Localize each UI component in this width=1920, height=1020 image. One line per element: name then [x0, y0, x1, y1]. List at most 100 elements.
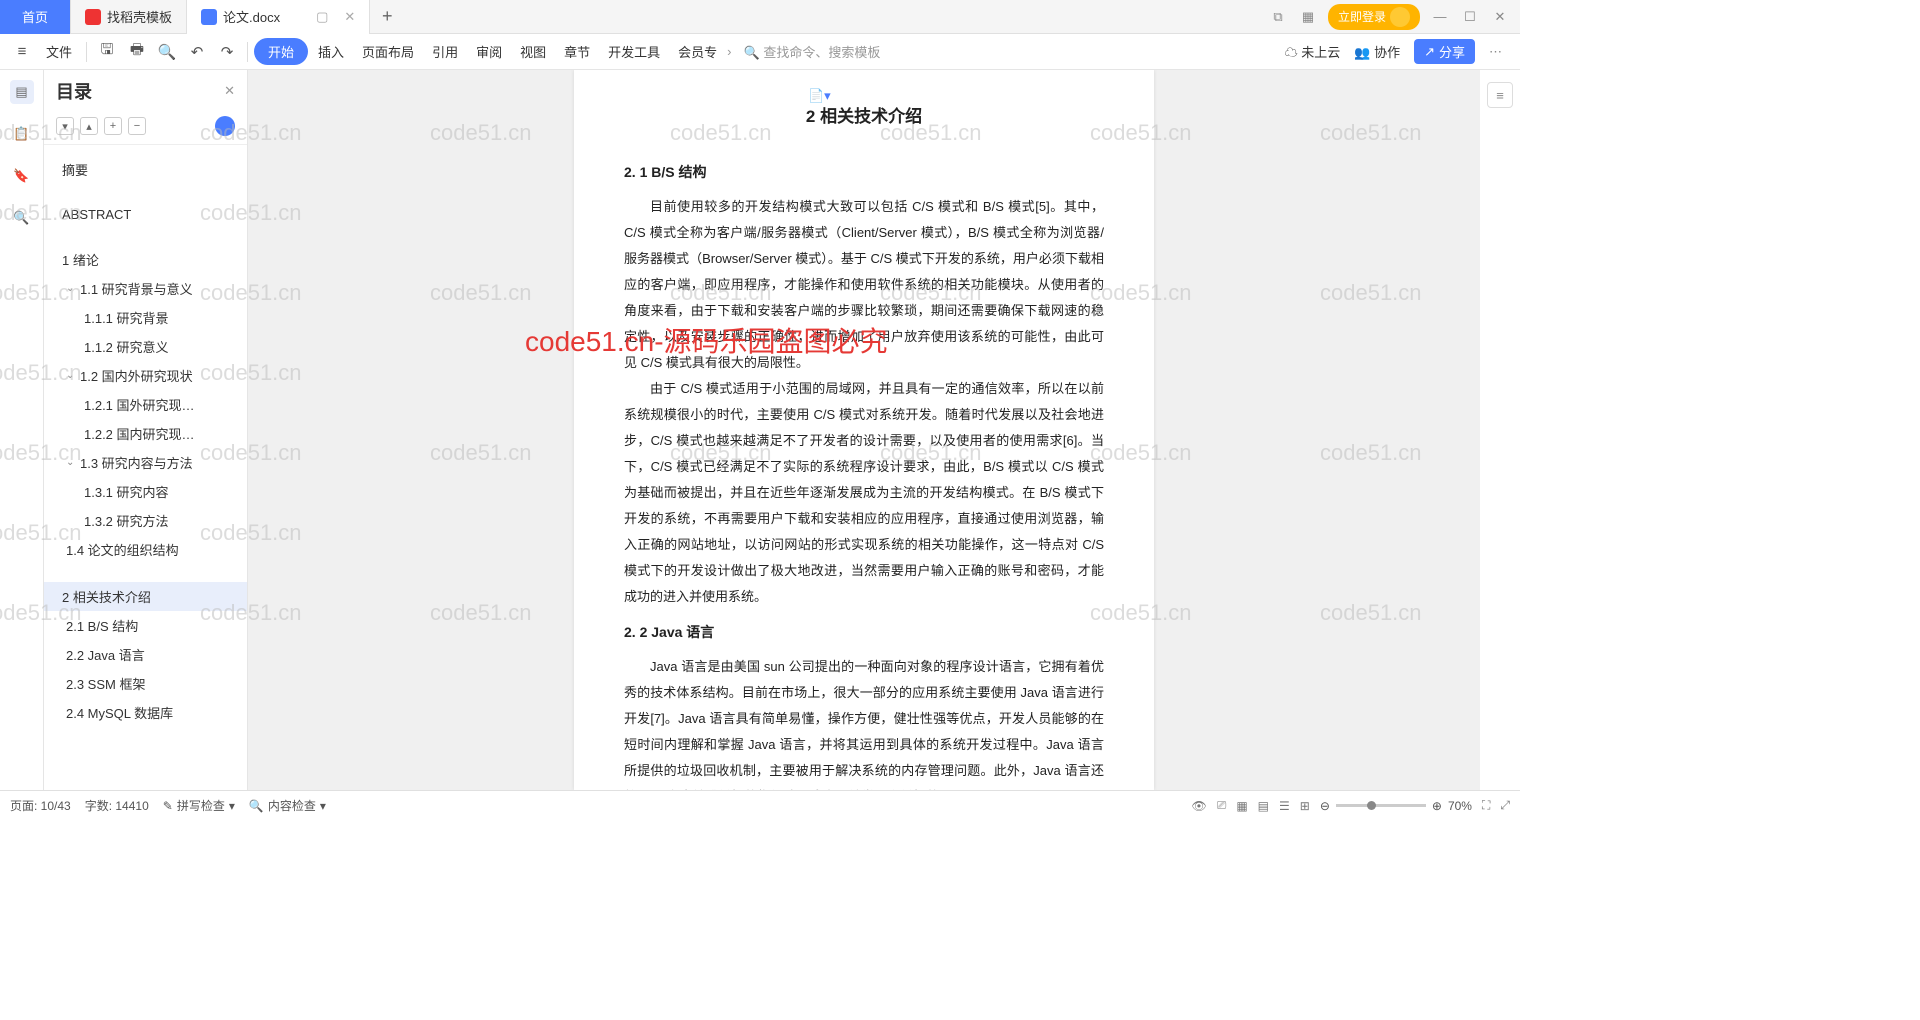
content-check-button[interactable]: 🔍 内容检查 ▾ [249, 797, 326, 814]
zoom-slider[interactable] [1336, 804, 1426, 807]
chevron-down-icon: ⌄ [66, 370, 78, 381]
toc-title: 目录 [56, 78, 92, 104]
view-web-icon[interactable]: ▦ [1236, 799, 1247, 813]
toc-ai-icon[interactable] [215, 116, 235, 136]
minimize-icon[interactable]: — [1430, 7, 1450, 27]
zoom-in-icon[interactable]: ⊕ [1432, 799, 1442, 813]
tab-document[interactable]: 论文.docx▢✕ [187, 0, 370, 34]
view-outline-icon[interactable]: ☰ [1279, 799, 1290, 813]
share-button[interactable]: ↗ 分享 [1414, 39, 1475, 64]
toc-item[interactable]: 2.1 B/S 结构 [44, 611, 247, 640]
ruler-icon[interactable]: ⊞ [1300, 799, 1310, 813]
avatar-icon [1390, 7, 1410, 27]
right-dock: ≡ [1480, 70, 1520, 790]
menu-member[interactable]: 会员专 [670, 38, 725, 65]
toc-item[interactable]: 2.4 MySQL 数据库 [44, 698, 247, 727]
dock-menu-icon[interactable]: ≡ [1487, 82, 1513, 108]
tab-add[interactable]: + [370, 6, 404, 27]
page-marker-icon[interactable]: 📄▾ [808, 88, 831, 104]
word-icon [201, 9, 217, 25]
hamburger-icon[interactable]: ≡ [8, 38, 36, 66]
eye-icon[interactable]: 👁 [1191, 799, 1206, 813]
spellcheck-button[interactable]: ✎ 拼写检查 ▾ [163, 797, 235, 814]
search-icon[interactable]: 🔍 [10, 206, 34, 230]
document-page: 2 相关技术介绍 2. 1 B/S 结构 目前使用较多的开发结构模式大致可以包括… [574, 70, 1154, 790]
left-toolbar: ▤ 📋 🔖 🔍 [0, 70, 44, 790]
toc-item[interactable]: 1.2.2 国内研究现… [44, 419, 247, 448]
toc-expand-icon[interactable]: ▴ [80, 117, 98, 135]
print-icon[interactable]: 🖶 [123, 38, 151, 66]
save-icon[interactable]: 🖫 [93, 38, 121, 66]
menu-start[interactable]: 开始 [254, 38, 308, 65]
toc-list: 摘要 ABSTRACT 1 绪论⌄1.1 研究背景与意义1.1.1 研究背景1.1.… [44, 145, 247, 790]
cloud-status[interactable]: ☁ 未上云 [1285, 42, 1341, 61]
toc-item[interactable]: 1.1.1 研究背景 [44, 303, 247, 332]
toc-item[interactable]: ABSTRACT [44, 202, 247, 227]
fitpage-icon[interactable]: ⛶ [1482, 798, 1490, 813]
close-icon[interactable]: ✕ [1490, 7, 1510, 27]
maximize-icon[interactable]: ☐ [1460, 7, 1480, 27]
command-search[interactable]: 🔍 查找命令、搜索模板 [734, 42, 891, 61]
word-count[interactable]: 字数: 14410 [85, 797, 149, 814]
menu-insert[interactable]: 插入 [310, 38, 352, 65]
redo-icon[interactable]: ↷ [213, 38, 241, 66]
page-indicator[interactable]: 页面: 10/43 [10, 797, 71, 814]
document-canvas[interactable]: 📄▾ 2 相关技术介绍 2. 1 B/S 结构 目前使用较多的开发结构模式大致可… [248, 70, 1480, 790]
doc-paragraph: 由于 C/S 模式适用于小范围的局域网，并且具有一定的通信效率，所以在以前系统规… [624, 376, 1104, 610]
toc-item[interactable]: 2.3 SSM 框架 [44, 669, 247, 698]
toc-item[interactable]: 摘要 [44, 155, 247, 184]
toc-item[interactable]: ⌄1.1 研究背景与意义 [44, 274, 247, 303]
toc-add-icon[interactable]: + [104, 117, 122, 135]
toc-item[interactable]: 1.4 论文的组织结构 [44, 535, 247, 564]
doc-heading-3b: 2. 2 Java 语言 [624, 618, 1104, 646]
apps-icon[interactable]: ▦ [1298, 7, 1318, 27]
toc-close-icon[interactable]: ✕ [224, 83, 235, 99]
zoom-out-icon[interactable]: ⊖ [1320, 799, 1330, 813]
toc-item[interactable]: 2.2 Java 语言 [44, 640, 247, 669]
menu-dev[interactable]: 开发工具 [600, 38, 668, 65]
doc-paragraph: 目前使用较多的开发结构模式大致可以包括 C/S 模式和 B/S 模式[5]。其中… [624, 194, 1104, 376]
menu-view[interactable]: 视图 [512, 38, 554, 65]
toc-item[interactable]: 1 绪论 [44, 245, 247, 274]
toc-item[interactable]: ⌄1.2 国内外研究现状 [44, 361, 247, 390]
view-print-icon[interactable]: ▤ [1258, 799, 1269, 813]
login-button[interactable]: 立即登录 [1328, 4, 1420, 30]
preview-icon[interactable]: 🔍 [153, 38, 181, 66]
toc-collapse-icon[interactable]: ▾ [56, 117, 74, 135]
collab-button[interactable]: 👥 协作 [1354, 42, 1400, 61]
statusbar: 页面: 10/43 字数: 14410 ✎ 拼写检查 ▾ 🔍 内容检查 ▾ 👁 … [0, 790, 1520, 820]
menubar: ≡ 文件 🖫 🖶 🔍 ↶ ↷ 开始 插入 页面布局 引用 审阅 视图 章节 开发… [0, 34, 1520, 70]
clipboard-icon[interactable]: 📋 [10, 122, 34, 146]
menu-ref[interactable]: 引用 [424, 38, 466, 65]
menu-layout[interactable]: 页面布局 [354, 38, 422, 65]
toc-item[interactable]: 1.2.1 国外研究现… [44, 390, 247, 419]
toc-item[interactable]: ⌄1.3 研究内容与方法 [44, 448, 247, 477]
tab-close-icon[interactable]: ✕ [344, 9, 355, 25]
zoom-control[interactable]: ⊖ ⊕ 70% [1320, 799, 1472, 813]
doc-paragraph: Java 语言是由美国 sun 公司提出的一种面向对象的程序设计语言，它拥有着优… [624, 654, 1104, 790]
toc-item[interactable]: 2 相关技术介绍 [44, 582, 247, 611]
toc-sidebar: 目录 ✕ ▾ ▴ + − 摘要ABSTRACT1 绪论⌄1.1 研究背景与意义1… [44, 70, 248, 790]
toc-item[interactable]: 1.3.2 研究方法 [44, 506, 247, 535]
tab-screen-icon[interactable]: ▢ [316, 9, 328, 25]
undo-icon[interactable]: ↶ [183, 38, 211, 66]
tab-home[interactable]: 首页 [0, 0, 71, 34]
toc-item[interactable]: 1.1.2 研究意义 [44, 332, 247, 361]
outline-icon[interactable]: ▤ [10, 80, 34, 104]
doc-heading-3a: 2. 1 B/S 结构 [624, 158, 1104, 186]
fullscreen-icon[interactable]: ⤢ [1500, 798, 1510, 813]
menu-chapter[interactable]: 章节 [556, 38, 598, 65]
daokeicon [85, 9, 101, 25]
bookmark-icon[interactable]: 🔖 [10, 164, 34, 188]
toc-remove-icon[interactable]: − [128, 117, 146, 135]
toc-item[interactable]: 1.3.1 研究内容 [44, 477, 247, 506]
menu-review[interactable]: 审阅 [468, 38, 510, 65]
titlebar: 首页 找稻壳模板 论文.docx▢✕ + ⧉ ▦ 立即登录 — ☐ ✕ [0, 0, 1520, 34]
chevron-down-icon: ⌄ [66, 457, 78, 468]
chevron-down-icon: ⌄ [66, 283, 78, 294]
zoom-level[interactable]: 70% [1448, 799, 1472, 813]
menu-file[interactable]: 文件 [38, 38, 80, 65]
layout-icon[interactable]: ⧉ [1268, 7, 1288, 27]
tab-templates[interactable]: 找稻壳模板 [71, 0, 187, 34]
typewriter-icon[interactable]: ⎚ [1217, 798, 1227, 813]
